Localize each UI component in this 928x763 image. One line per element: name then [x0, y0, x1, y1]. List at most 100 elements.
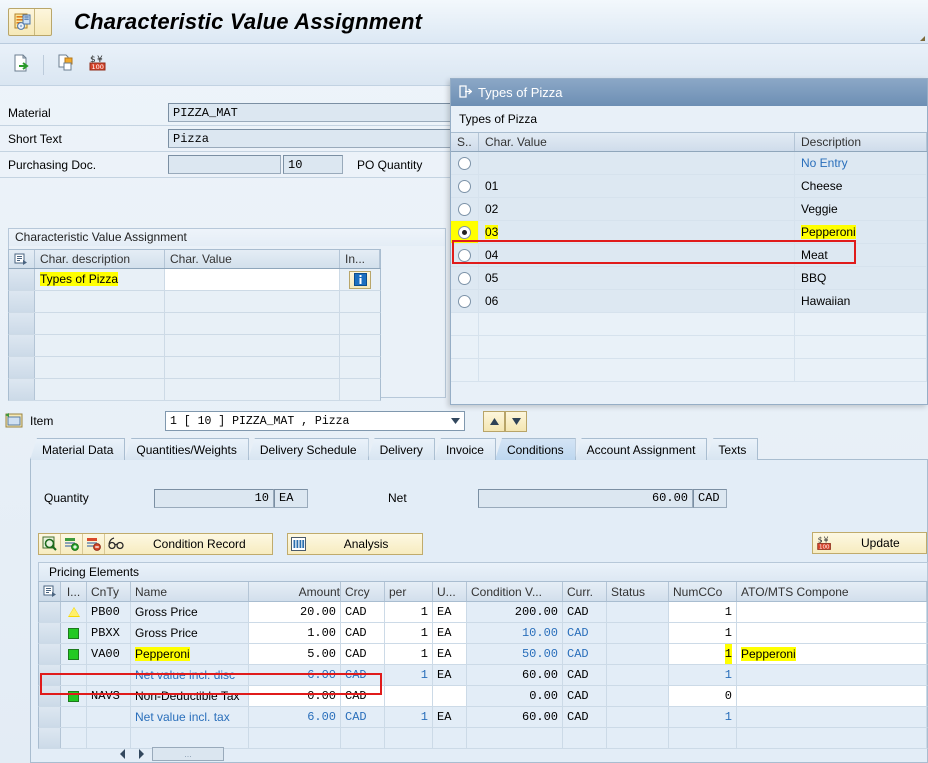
copy-button[interactable] [53, 52, 79, 78]
pizza-row-selected[interactable]: 03 Pepperoni [451, 221, 927, 244]
cva-row-selector[interactable] [9, 291, 35, 312]
tab-conditions[interactable]: Conditions [495, 438, 576, 460]
radio-button-icon[interactable] [458, 295, 471, 308]
pricing-cell-crcy[interactable]: CAD [341, 602, 385, 622]
pizza-cell-description[interactable]: Pepperoni [795, 221, 927, 243]
pricing-header-status[interactable]: Status [607, 582, 669, 601]
pizza-row-radio-cell[interactable] [451, 175, 479, 197]
cva-row[interactable] [8, 379, 381, 401]
cva-row[interactable] [8, 291, 381, 313]
pricing-cell-per[interactable] [385, 686, 433, 706]
pricing-header-cnty[interactable]: CnTy [87, 582, 131, 601]
pricing-cell-per[interactable]: 1 [385, 644, 433, 664]
pricing-cell-numcco[interactable]: 1 [669, 644, 737, 664]
cva-header-char-value[interactable]: Char. Value [165, 250, 340, 268]
cva-row-selector[interactable] [9, 269, 35, 290]
tab-delivery-schedule[interactable]: Delivery Schedule [248, 438, 369, 460]
pricing-cell-unit[interactable]: EA [433, 623, 467, 643]
pizza-row[interactable]: 04 Meat [451, 244, 927, 267]
pizza-cell-value[interactable]: 06 [479, 290, 795, 312]
pricing-cell-amount[interactable]: 0.00 [249, 686, 341, 706]
material-field[interactable]: PIZZA_MAT [168, 103, 461, 122]
pricing-row[interactable]: NAVS Non-Deductible Tax 0.00 CAD 0.00 CA… [38, 686, 928, 707]
pizza-cell-description[interactable]: Veggie [795, 198, 927, 220]
item-dropdown[interactable]: 1 [ 10 ] PIZZA_MAT , Pizza [165, 411, 465, 431]
analysis-button[interactable]: Analysis [287, 533, 424, 555]
scroll-thumb[interactable]: ... [152, 747, 224, 761]
pricing-cell-numcco[interactable]: 1 [669, 623, 737, 643]
info-icon[interactable] [349, 271, 371, 289]
tab-texts[interactable]: Texts [706, 438, 758, 460]
cva-row-selector[interactable] [9, 313, 35, 334]
cva-row-selector[interactable] [9, 379, 35, 400]
radio-button-icon[interactable] [458, 180, 471, 193]
cva-row[interactable] [8, 313, 381, 335]
pricing-row-selector[interactable] [39, 707, 61, 727]
pizza-row[interactable]: No Entry [451, 152, 927, 175]
scroll-right-icon[interactable] [134, 747, 148, 761]
short-text-field[interactable]: Pizza [168, 129, 461, 148]
cva-cell-value[interactable] [165, 335, 340, 356]
create-condition-icon[interactable] [61, 534, 83, 554]
pizza-cell-description[interactable]: Cheese [795, 175, 927, 197]
chevron-down-icon[interactable] [920, 36, 925, 41]
radio-button-icon[interactable] [458, 226, 471, 239]
pizza-header-char-value[interactable]: Char. Value [479, 133, 795, 151]
pricing-cell-ato[interactable] [737, 602, 927, 622]
pricing-cell-crcy[interactable]: CAD [341, 686, 385, 706]
pricing-header-indicator[interactable]: I... [61, 582, 87, 601]
tab-delivery[interactable]: Delivery [368, 438, 435, 460]
pricing-cell-ato[interactable]: Pepperoni [737, 644, 927, 664]
pizza-header-select[interactable]: S.. [451, 133, 479, 151]
scroll-left-icon[interactable] [116, 747, 130, 761]
pricing-cell-numcco[interactable]: 1 [669, 602, 737, 622]
delete-condition-icon[interactable] [83, 534, 105, 554]
pizza-row-radio-cell[interactable] [451, 198, 479, 220]
pizza-cell-description[interactable]: Meat [795, 244, 927, 266]
pricing-cell-ato[interactable] [737, 623, 927, 643]
pricing-header-unit[interactable]: U... [433, 582, 467, 601]
cva-row[interactable]: Types of Pizza [8, 269, 381, 291]
chevron-down-icon[interactable] [446, 412, 464, 430]
pricing-cell-amount[interactable]: 5.00 [249, 644, 341, 664]
pizza-cell-value[interactable]: 03 [479, 221, 795, 243]
pricing-header-per[interactable]: per [385, 582, 433, 601]
pricing-header-select-all[interactable] [39, 582, 61, 601]
cva-cell-value[interactable] [165, 357, 340, 378]
cva-header-info[interactable]: In... [340, 250, 380, 268]
tab-invoice[interactable]: Invoice [434, 438, 496, 460]
quantity-field[interactable]: 10 [154, 489, 274, 508]
pizza-row-radio-cell[interactable] [451, 152, 479, 174]
magnifier-detail-icon[interactable] [39, 534, 61, 554]
pricing-cell-crcy[interactable]: CAD [341, 644, 385, 664]
pizza-row[interactable]: 01 Cheese [451, 175, 927, 198]
pricing-row-selector[interactable] [39, 623, 61, 643]
pricing-row[interactable]: Net value incl. tax 6.00 CAD 1 EA 60.00 … [38, 707, 928, 728]
item-previous-button[interactable] [483, 411, 505, 432]
pricing-cell-unit[interactable]: EA [433, 644, 467, 664]
cva-row-selector[interactable] [9, 335, 35, 356]
pricing-row-selector[interactable] [39, 602, 61, 622]
pricing-row-highlighted[interactable]: VA00 Pepperoni 5.00 CAD 1 EA 50.00 CAD 1… [38, 644, 928, 665]
net-field[interactable]: 60.00 [478, 489, 693, 508]
pizza-row[interactable]: 05 BBQ [451, 267, 927, 290]
purchasing-doc-item-field[interactable]: 10 [283, 155, 343, 174]
pizza-cell-value[interactable]: 01 [479, 175, 795, 197]
pricing-cell-unit[interactable] [433, 686, 467, 706]
pizza-header-description[interactable]: Description [795, 133, 927, 151]
pricing-cell-per[interactable]: 1 [385, 602, 433, 622]
cva-row[interactable] [8, 357, 381, 379]
pricing-row[interactable]: Net value incl. disc 6.00 CAD 1 EA 60.00… [38, 665, 928, 686]
pricing-header-curr[interactable]: Curr. [563, 582, 607, 601]
pricing-cell-numcco[interactable]: 0 [669, 686, 737, 706]
pricing-header-numcco[interactable]: NumCCo [669, 582, 737, 601]
pricing-header-name[interactable]: Name [131, 582, 249, 601]
pricing-header-amount[interactable]: Amount [249, 582, 341, 601]
pricing-row[interactable]: PBXX Gross Price 1.00 CAD 1 EA 10.00 CAD… [38, 623, 928, 644]
cva-row[interactable] [8, 335, 381, 357]
pizza-row-radio-cell[interactable] [451, 244, 479, 266]
pizza-row-radio-cell[interactable] [451, 290, 479, 312]
pizza-row[interactable]: 06 Hawaiian [451, 290, 927, 313]
pricing-table-scrollbar[interactable]: ... [38, 745, 928, 763]
cva-cell-value[interactable] [165, 269, 340, 290]
